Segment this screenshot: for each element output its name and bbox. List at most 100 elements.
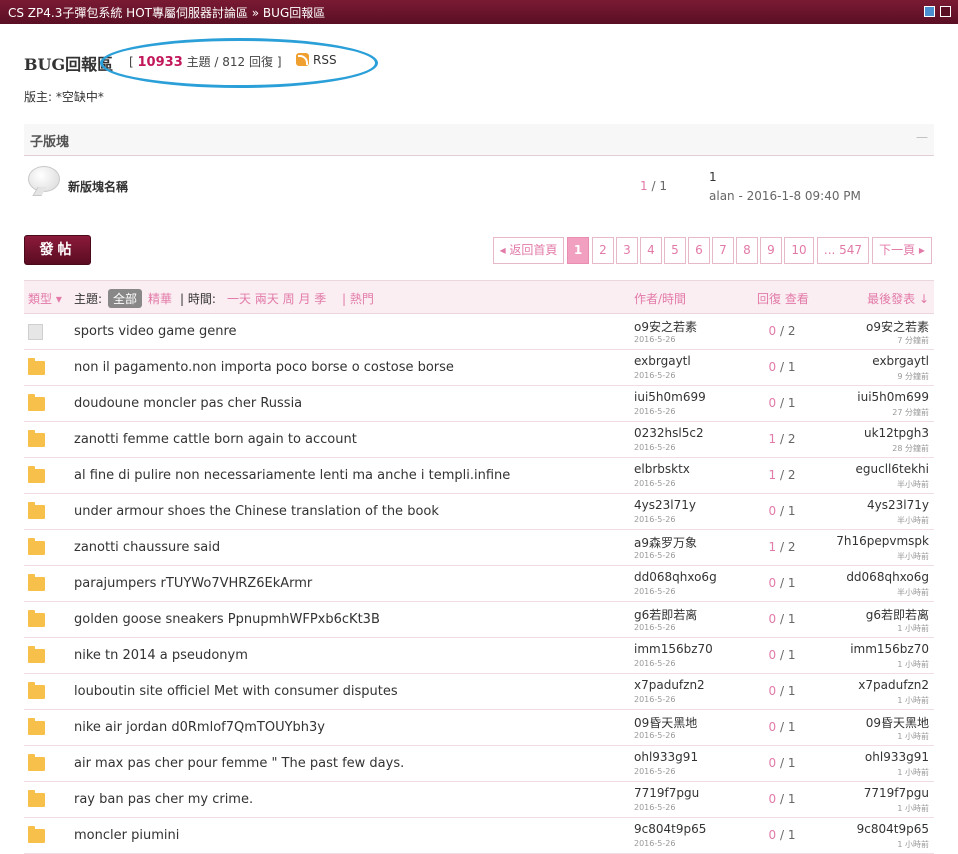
- thread-subject[interactable]: zanotti femme cattle born again to accou…: [74, 432, 357, 447]
- last-post-column[interactable]: 最後發表 ↓: [867, 290, 929, 307]
- last-poster[interactable]: 09昏天黑地: [866, 714, 929, 731]
- last-poster[interactable]: 4ys23l71y: [867, 498, 929, 512]
- thread-author[interactable]: ohl933g91: [634, 750, 698, 764]
- thread-subject[interactable]: golden goose sneakers PpnupmhWFPxb6cKt3B: [74, 612, 380, 627]
- thread-subject[interactable]: moncler piumini: [74, 828, 179, 843]
- subforum-last-title[interactable]: 1: [709, 170, 717, 184]
- thread-subject[interactable]: parajumpers rTUYWo7VHRZ6EkArmr: [74, 576, 312, 591]
- page-3[interactable]: 3: [616, 237, 638, 264]
- thread-author[interactable]: x7padufzn2: [634, 678, 705, 692]
- last-poster[interactable]: uk12tpgh3: [864, 426, 929, 440]
- thread-author[interactable]: g6若即若离: [634, 606, 697, 623]
- reply-view-column[interactable]: 回復 查看: [757, 290, 809, 307]
- rss-link[interactable]: RSS: [296, 53, 337, 67]
- last-post-time[interactable]: 1 小時前: [897, 767, 929, 778]
- thread-subject[interactable]: non il pagamento.non importa poco borse …: [74, 360, 454, 375]
- next-page-button[interactable]: 下一頁 ▸: [872, 237, 932, 264]
- last-post-time[interactable]: 27 分鐘前: [892, 407, 929, 418]
- last-post-time[interactable]: 1 小時前: [897, 623, 929, 634]
- thread-subject[interactable]: sports video game genre: [74, 324, 237, 339]
- last-poster[interactable]: imm156bz70: [850, 642, 929, 656]
- last-post-time[interactable]: 1 小時前: [897, 659, 929, 670]
- author-time-column[interactable]: 作者/時間: [634, 290, 686, 307]
- table-row: zanotti femme cattle born again to accou…: [24, 422, 934, 458]
- thread-author[interactable]: 09昏天黑地: [634, 714, 697, 731]
- table-row: louboutin site officiel Met with consume…: [24, 674, 934, 710]
- thread-subject[interactable]: nike air jordan d0Rmlof7QmTOUYbh3y: [74, 720, 325, 735]
- thread-author[interactable]: exbrgaytl: [634, 354, 691, 368]
- thread-subject[interactable]: nike tn 2014 a pseudonym: [74, 648, 248, 663]
- page-4[interactable]: 4: [640, 237, 662, 264]
- last-poster[interactable]: dd068qhxo6g: [846, 570, 929, 584]
- thread-subject[interactable]: zanotti chaussure said: [74, 540, 220, 555]
- window-close-icon[interactable]: [940, 6, 951, 17]
- time-filters[interactable]: 一天 兩天 周 月 季: [227, 290, 326, 307]
- last-poster[interactable]: x7padufzn2: [858, 678, 929, 692]
- page-1[interactable]: 1: [567, 237, 589, 264]
- last-poster[interactable]: egucll6tekhi: [856, 462, 929, 476]
- last-poster[interactable]: 9c804t9p65: [857, 822, 929, 836]
- thread-subject[interactable]: ray ban pas cher my crime.: [74, 792, 253, 807]
- thread-author[interactable]: dd068qhxo6g: [634, 570, 717, 584]
- type-filter[interactable]: 類型 ▾: [28, 290, 62, 307]
- last-post-time[interactable]: 1 小時前: [897, 839, 929, 850]
- last-post-time[interactable]: 1 小時前: [897, 731, 929, 742]
- thread-author[interactable]: 4ys23l71y: [634, 498, 696, 512]
- thread-author[interactable]: a9森罗万象: [634, 534, 697, 551]
- collapse-icon[interactable]: —: [916, 130, 928, 144]
- page-6[interactable]: 6: [688, 237, 710, 264]
- back-to-home-link[interactable]: ◂ 返回首頁: [493, 237, 564, 264]
- last-post-time[interactable]: 1 小時前: [897, 803, 929, 814]
- last-poster[interactable]: iui5h0m699: [857, 390, 929, 404]
- thread-date: 2016-5-26: [634, 407, 676, 416]
- thread-author[interactable]: imm156bz70: [634, 642, 713, 656]
- thread-subject[interactable]: doudoune moncler pas cher Russia: [74, 396, 302, 411]
- last-poster[interactable]: ohl933g91: [865, 750, 929, 764]
- page-last[interactable]: ... 547: [817, 237, 869, 264]
- thread-date: 2016-5-26: [634, 479, 676, 488]
- thread-subject[interactable]: al fine di pulire non necessariamente le…: [74, 468, 510, 483]
- page-8[interactable]: 8: [736, 237, 758, 264]
- page-9[interactable]: 9: [760, 237, 782, 264]
- last-post-time[interactable]: 28 分鐘前: [892, 443, 929, 454]
- last-post-time[interactable]: 半小時前: [897, 551, 929, 562]
- last-poster[interactable]: exbrgaytl: [872, 354, 929, 368]
- thread-date: 2016-5-26: [634, 767, 676, 776]
- folder-icon: [28, 466, 45, 483]
- last-post-time[interactable]: 1 小時前: [897, 695, 929, 706]
- page-2[interactable]: 2: [592, 237, 614, 264]
- page-10[interactable]: 10: [784, 237, 814, 264]
- subforum-name[interactable]: 新版塊名稱: [68, 178, 128, 195]
- last-poster[interactable]: o9安之若素: [866, 318, 929, 335]
- thread-subject[interactable]: under armour shoes the Chinese translati…: [74, 504, 439, 519]
- thread-author[interactable]: elbrbsktx: [634, 462, 690, 476]
- filter-hot[interactable]: | 熱門: [342, 290, 374, 307]
- thread-author[interactable]: 9c804t9p65: [634, 822, 706, 836]
- filter-digest[interactable]: 精華: [148, 290, 172, 307]
- subforum-heading: 子版塊: [30, 135, 70, 150]
- last-post-time[interactable]: 半小時前: [897, 587, 929, 598]
- thread-author[interactable]: 7719f7pgu: [634, 786, 699, 800]
- thread-author[interactable]: iui5h0m699: [634, 390, 706, 404]
- thread-date: 2016-5-26: [634, 587, 676, 596]
- last-poster[interactable]: 7h16pepvmspk: [836, 534, 929, 548]
- last-post-time[interactable]: 7 分鐘前: [897, 335, 929, 346]
- filter-all[interactable]: 全部: [108, 289, 143, 308]
- new-post-button[interactable]: 發帖: [24, 235, 91, 265]
- thread-author[interactable]: 0232hsl5c2: [634, 426, 704, 440]
- last-post-time[interactable]: 9 分鐘前: [897, 371, 929, 382]
- thread-subject[interactable]: louboutin site officiel Met with consume…: [74, 684, 398, 699]
- thread-subject[interactable]: air max pas cher pour femme " The past f…: [74, 756, 404, 771]
- last-poster[interactable]: g6若即若离: [866, 606, 929, 623]
- last-poster[interactable]: 7719f7pgu: [864, 786, 929, 800]
- breadcrumb[interactable]: CS ZP4.3子彈包系統 HOT專屬伺服器討論區 » BUG回報區: [8, 4, 325, 21]
- page-5[interactable]: 5: [664, 237, 686, 264]
- last-post-time[interactable]: 半小時前: [897, 479, 929, 490]
- speech-bubble-icon: [28, 166, 60, 192]
- page-7[interactable]: 7: [712, 237, 734, 264]
- folder-icon: [28, 682, 45, 699]
- last-post-time[interactable]: 半小時前: [897, 515, 929, 526]
- window-restore-icon[interactable]: [924, 6, 935, 17]
- reply-count: 0: [768, 360, 777, 374]
- thread-author[interactable]: o9安之若素: [634, 318, 697, 335]
